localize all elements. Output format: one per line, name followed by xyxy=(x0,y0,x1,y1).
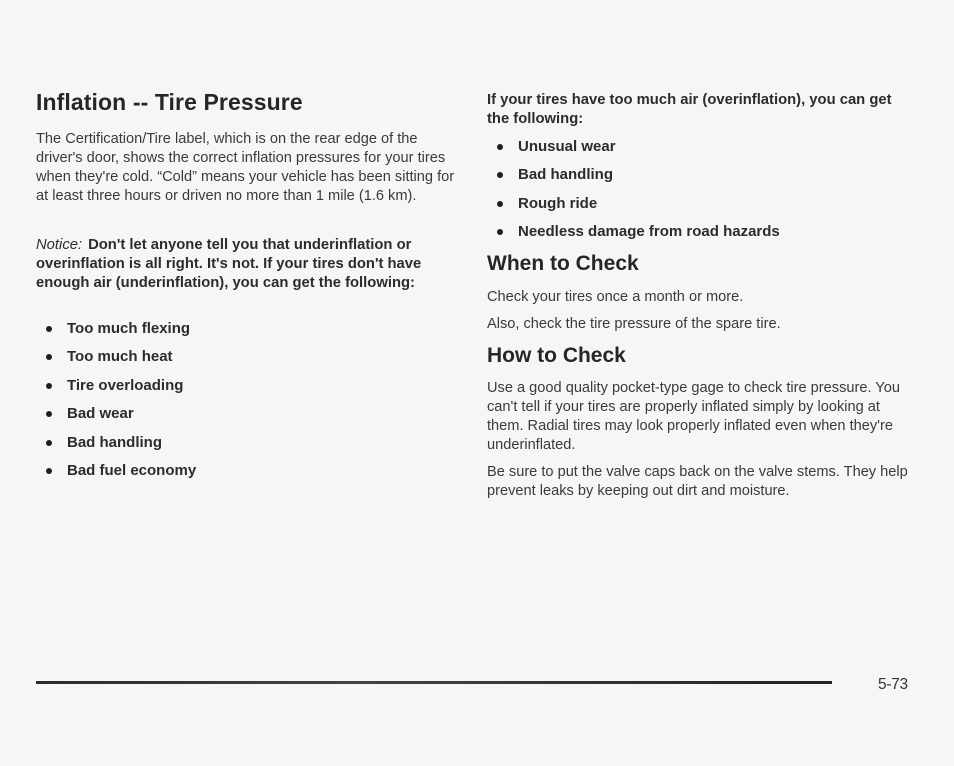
list-item: Too much heat xyxy=(36,348,196,376)
notice-label: Notice: xyxy=(36,237,83,253)
bullet-icon xyxy=(497,172,503,179)
when-paragraph-1: Check your tires once a month or more. xyxy=(487,289,744,305)
overinflation-effects-list: Unusual wear Bad handling Rough ride Nee… xyxy=(487,138,780,252)
how-paragraph-2: Be sure to put the valve caps back on th… xyxy=(487,464,908,499)
list-item: Bad wear xyxy=(36,405,196,433)
notice-text: Don't let anyone tell you that underinfl… xyxy=(36,237,422,291)
bullet-icon xyxy=(497,144,503,150)
section-title-how-to-check: How to Check xyxy=(487,344,626,367)
intro-paragraph: The Certification/Tire label, which is o… xyxy=(36,131,455,204)
underinflation-effects-list: Too much flexing Too much heat Tire over… xyxy=(36,320,196,490)
overinflation-intro: If your tires have too much air (overinf… xyxy=(487,92,892,127)
page-number: 5-73 xyxy=(878,676,908,693)
section-title-inflation: Inflation -- Tire Pressure xyxy=(36,89,303,115)
how-paragraph-1: Use a good quality pocket-type gage to c… xyxy=(487,380,900,453)
list-item: Needless damage from road hazards xyxy=(487,223,780,251)
list-item: Bad handling xyxy=(487,166,780,194)
bullet-icon xyxy=(46,382,52,389)
bullet-icon xyxy=(497,229,503,236)
list-item: Rough ride xyxy=(487,195,780,223)
list-item: Too much flexing xyxy=(36,320,196,348)
list-item: Bad fuel economy xyxy=(36,462,196,490)
footer-rule xyxy=(36,681,832,684)
bullet-icon xyxy=(46,467,52,474)
notice-paragraph: Notice: Don't let anyone tell you that un… xyxy=(36,236,456,293)
bullet-icon xyxy=(46,439,52,446)
bullet-icon xyxy=(46,354,52,361)
bullet-icon xyxy=(497,200,503,207)
list-item: Unusual wear xyxy=(487,138,780,166)
list-item: Bad handling xyxy=(36,434,196,462)
when-paragraph-2: Also, check the tire pressure of the spa… xyxy=(487,316,781,332)
list-item: Tire overloading xyxy=(36,377,196,405)
bullet-icon xyxy=(46,326,52,332)
bullet-icon xyxy=(46,411,52,418)
section-title-when-to-check: When to Check xyxy=(487,252,639,275)
